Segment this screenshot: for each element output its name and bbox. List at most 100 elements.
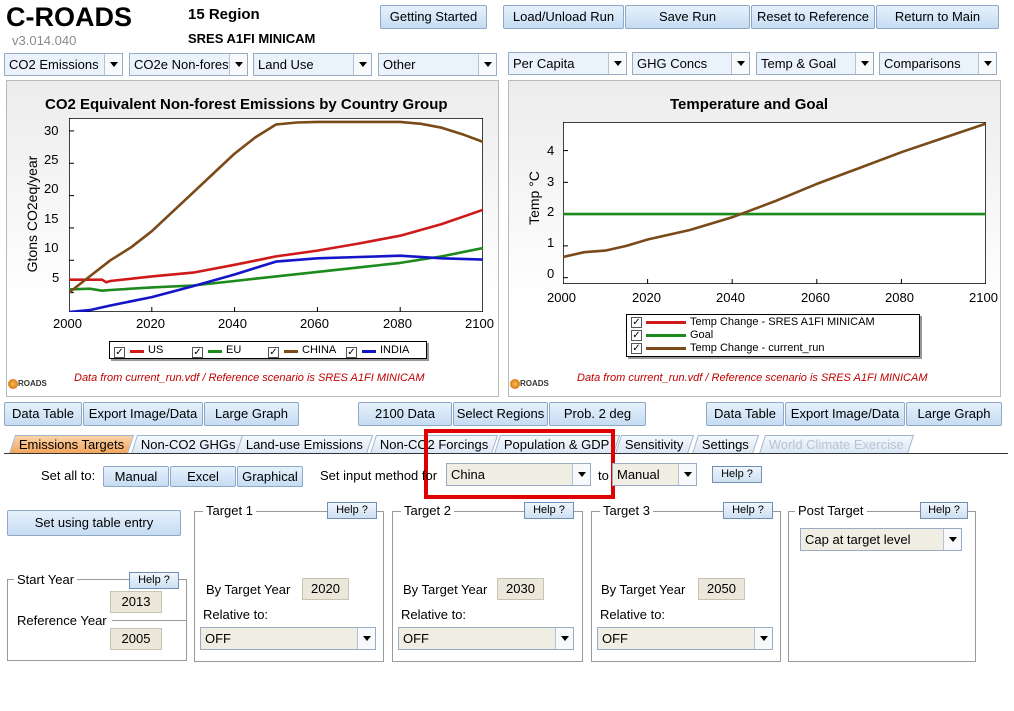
post-target-label: Post Target xyxy=(795,503,867,518)
legend-checkbox[interactable]: ✓ xyxy=(631,342,642,354)
by-target-year-label: By Target Year xyxy=(206,582,291,597)
export-image-data-button-left[interactable]: Export Image/Data xyxy=(83,402,203,426)
method-select-value: Manual xyxy=(617,467,660,482)
set-using-table-entry-button[interactable]: Set using table entry xyxy=(7,510,181,536)
by-target-year-label: By Target Year xyxy=(601,582,686,597)
post-target-select[interactable]: Cap at target level xyxy=(800,528,962,551)
help-button[interactable]: Help ? xyxy=(524,502,574,519)
land-use-dropdown[interactable]: Land Use xyxy=(253,53,372,76)
temperature-chart-note: Data from current_run.vdf / Reference sc… xyxy=(577,372,928,384)
dropdown-label: CO2e Non-forest xyxy=(134,57,233,72)
tab-non-co2-ghgs[interactable]: Non-CO2 GHGs xyxy=(130,435,246,454)
help-button[interactable]: Help ? xyxy=(920,502,968,519)
legend-checkbox[interactable]: ✓ xyxy=(631,316,642,328)
per-capita-dropdown[interactable]: Per Capita xyxy=(508,52,627,75)
legend-checkbox[interactable]: ✓ xyxy=(268,344,279,360)
large-graph-button-left[interactable]: Large Graph xyxy=(204,402,299,426)
target-1-year-field[interactable]: 2020 xyxy=(302,578,349,600)
target-3-relative-select[interactable]: OFF xyxy=(597,627,773,650)
load-unload-run-button[interactable]: Load/Unload Run xyxy=(503,5,624,29)
target-2-relative-select[interactable]: OFF xyxy=(398,627,574,650)
reference-year-field[interactable]: 2005 xyxy=(110,628,162,650)
return-to-main-button[interactable]: Return to Main xyxy=(876,5,999,29)
y-tick: 4 xyxy=(547,143,555,158)
scenario-label: SRES A1FI MINICAM xyxy=(188,31,316,46)
ghg-concs-dropdown[interactable]: GHG Concs xyxy=(632,52,750,75)
comparisons-dropdown[interactable]: Comparisons xyxy=(879,52,997,75)
getting-started-button[interactable]: Getting Started xyxy=(380,5,487,29)
help-button[interactable]: Help ? xyxy=(129,572,179,589)
target-2-label: Target 2 xyxy=(401,503,454,518)
tab-emissions-targets[interactable]: Emissions Targets xyxy=(8,435,135,454)
legend-label: Temp Change - current_run xyxy=(690,342,825,354)
temp-goal-dropdown[interactable]: Temp & Goal xyxy=(756,52,874,75)
data-2100-button[interactable]: 2100 Data xyxy=(358,402,452,426)
y-tick: 5 xyxy=(52,270,60,285)
chevron-down-icon xyxy=(229,54,247,75)
region-select-value: China xyxy=(451,467,485,482)
chevron-down-icon xyxy=(608,53,626,74)
co2e-non-forest-dropdown[interactable]: CO2e Non-forest xyxy=(129,53,248,76)
target-3-year-field[interactable]: 2050 xyxy=(698,578,745,600)
region-select[interactable]: China xyxy=(446,463,591,486)
legend-swatch xyxy=(646,320,686,324)
legend-checkbox[interactable]: ✓ xyxy=(631,329,642,341)
temperature-chart-plot xyxy=(563,122,986,284)
help-button[interactable]: Help ? xyxy=(712,466,762,483)
prob-2-deg-button[interactable]: Prob. 2 deg xyxy=(549,402,646,426)
emissions-chart-title: CO2 Equivalent Non-forest Emissions by C… xyxy=(45,96,448,113)
legend-checkbox[interactable]: ✓ xyxy=(114,344,125,360)
legend-swatch xyxy=(646,346,686,350)
chevron-down-icon xyxy=(678,464,696,485)
data-table-button-left[interactable]: Data Table xyxy=(4,402,82,426)
graphical-button[interactable]: Graphical xyxy=(237,466,303,487)
legend-label: INDIA xyxy=(380,344,410,356)
legend-label: Temp Change - SRES A1FI MINICAM xyxy=(690,316,875,328)
manual-button[interactable]: Manual xyxy=(103,466,169,487)
emissions-y-axis-label: Gtons CO2eq/year xyxy=(24,155,40,273)
start-year-label: Start Year xyxy=(14,572,78,587)
chevron-down-icon xyxy=(555,628,573,649)
chevron-down-icon xyxy=(478,54,496,75)
dropdown-label: CO2 Emissions xyxy=(9,57,99,72)
excel-button[interactable]: Excel xyxy=(170,466,236,487)
plot-area xyxy=(69,118,483,312)
x-tick: 2060 xyxy=(801,290,830,305)
x-tick: 2100 xyxy=(969,290,998,305)
dropdown-label: Comparisons xyxy=(884,56,961,71)
co2-emissions-dropdown[interactable]: CO2 Emissions xyxy=(4,53,123,76)
tab-settings[interactable]: Settings xyxy=(691,435,760,454)
help-button[interactable]: Help ? xyxy=(327,502,377,519)
tab-world-climate-exercise: World Climate Exercise xyxy=(758,435,914,454)
x-tick: 2040 xyxy=(218,316,247,331)
target-1-relative-select[interactable]: OFF xyxy=(200,627,376,650)
help-button[interactable]: Help ? xyxy=(723,502,773,519)
target-2-year-field[interactable]: 2030 xyxy=(497,578,544,600)
method-select[interactable]: Manual xyxy=(612,463,697,486)
dropdown-label: Temp & Goal xyxy=(761,56,837,71)
export-image-data-button-right[interactable]: Export Image/Data xyxy=(785,402,905,426)
relative-to-label: Relative to: xyxy=(401,607,467,622)
croads-logo: ROADS xyxy=(510,379,549,389)
legend-swatch xyxy=(362,350,376,353)
x-tick: 2000 xyxy=(53,316,82,331)
reset-to-reference-button[interactable]: Reset to Reference xyxy=(751,5,875,29)
legend-checkbox[interactable]: ✓ xyxy=(346,344,357,360)
legend-checkbox[interactable]: ✓ xyxy=(192,344,203,360)
x-tick: 2020 xyxy=(136,316,165,331)
x-tick: 2080 xyxy=(383,316,412,331)
dropdown-label: Land Use xyxy=(258,57,314,72)
large-graph-button-right[interactable]: Large Graph xyxy=(906,402,1002,426)
app-version: v3.014.040 xyxy=(12,33,77,48)
other-dropdown[interactable]: Other xyxy=(378,53,497,76)
save-run-button[interactable]: Save Run xyxy=(625,5,750,29)
start-year-field[interactable]: 2013 xyxy=(110,591,162,613)
tab-sensitivity[interactable]: Sensitivity xyxy=(614,435,694,454)
tab-land-use-emissions[interactable]: Land-use Emissions xyxy=(235,435,374,454)
temperature-legend: ✓ Temp Change - SRES A1FI MINICAM ✓ Goal ✓… xyxy=(626,314,920,357)
legend-row: ✓ Temp Change - current_run xyxy=(631,342,825,354)
data-table-button-right[interactable]: Data Table xyxy=(706,402,784,426)
legend-label: EU xyxy=(226,344,242,356)
target-1-label: Target 1 xyxy=(203,503,256,518)
select-regions-button[interactable]: Select Regions xyxy=(453,402,548,426)
